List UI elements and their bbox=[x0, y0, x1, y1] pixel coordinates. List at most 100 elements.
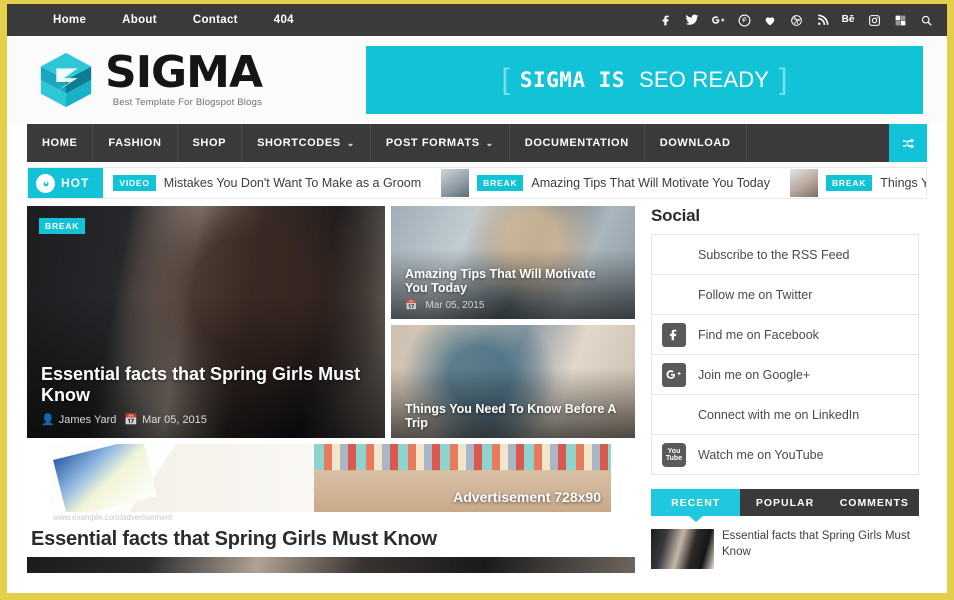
header-banner[interactable]: [ SIGMA IS SEO READY ] bbox=[366, 46, 923, 114]
post-date: Mar 05, 2015 bbox=[142, 413, 207, 426]
google-plus-icon[interactable] bbox=[705, 8, 731, 32]
nav-item-documentation[interactable]: DOCUMENTATION bbox=[510, 124, 645, 162]
tab-comments[interactable]: COMMENTS bbox=[829, 489, 919, 516]
social-row-rss[interactable]: Subscribe to the RSS Feed bbox=[652, 235, 918, 275]
nav-item-shortcodes[interactable]: SHORTCODES ⌄ bbox=[242, 124, 371, 162]
tab-recent[interactable]: RECENT bbox=[651, 489, 741, 516]
advertisement-label: Advertisement 728x90 bbox=[453, 489, 601, 505]
social-row-youtube[interactable]: You Tube Watch me on YouTube bbox=[652, 435, 918, 475]
ticker-items: VIDEO Mistakes You Don't Want To Make as… bbox=[103, 168, 926, 198]
logo-name: SIGMA bbox=[105, 47, 263, 99]
social-widget-list: Subscribe to the RSS Feed Follow me on T… bbox=[651, 234, 919, 475]
shuffle-icon[interactable] bbox=[889, 124, 927, 162]
social-row-linkedin[interactable]: Connect with me on LinkedIn bbox=[652, 395, 918, 435]
top-navigation: Home About Contact 404 bbox=[35, 14, 312, 26]
content-area: BREAK Essential facts that Spring Girls … bbox=[7, 199, 947, 573]
nav-label: DOCUMENTATION bbox=[524, 137, 629, 149]
social-row-label: Join me on Google+ bbox=[698, 367, 811, 382]
main-column: BREAK Essential facts that Spring Girls … bbox=[27, 206, 635, 573]
search-icon[interactable] bbox=[913, 8, 939, 32]
nav-item-fashion[interactable]: FASHION bbox=[93, 124, 178, 162]
featured-grid: BREAK Essential facts that Spring Girls … bbox=[27, 206, 635, 438]
facebook-icon bbox=[662, 322, 686, 347]
top-nav-item-404[interactable]: 404 bbox=[256, 14, 312, 26]
nav-label: FASHION bbox=[108, 137, 162, 149]
nav-item-home[interactable]: HOME bbox=[27, 124, 94, 162]
tab-label: COMMENTS bbox=[839, 496, 909, 509]
flame-icon bbox=[36, 173, 55, 193]
social-row-label: Connect with me on LinkedIn bbox=[698, 407, 860, 422]
sigma-cube-icon bbox=[35, 49, 97, 111]
top-nav-item-contact[interactable]: Contact bbox=[175, 14, 256, 26]
nav-label: POST FORMATS bbox=[385, 137, 480, 149]
featured-small-column: Amazing Tips That Will Motivate You Toda… bbox=[391, 206, 635, 438]
advertisement-banner[interactable]: Advertisement 728x90 bbox=[51, 444, 611, 512]
featured-post-small[interactable]: Amazing Tips That Will Motivate You Toda… bbox=[391, 206, 635, 319]
social-widget-title: Social bbox=[651, 206, 700, 225]
heart-icon[interactable] bbox=[757, 8, 783, 32]
nav-item-download[interactable]: DOWNLOAD bbox=[645, 124, 747, 162]
featured-post-small[interactable]: Things You Need To Know Before A Trip bbox=[391, 325, 635, 438]
youtube-icon-top: You bbox=[667, 447, 681, 455]
youtube-icon: You Tube bbox=[662, 442, 686, 467]
google-plus-icon bbox=[662, 362, 686, 387]
featured-title: Things You Need To Know Before A Trip bbox=[405, 402, 616, 430]
social-row-twitter[interactable]: Follow me on Twitter bbox=[652, 275, 918, 315]
sidebar: Social Subscribe to the RSS Feed Follow … bbox=[651, 206, 919, 573]
nav-item-post-formats[interactable]: POST FORMATS ⌄ bbox=[371, 124, 510, 162]
featured-post-large[interactable]: BREAK Essential facts that Spring Girls … bbox=[27, 206, 385, 438]
advertisement-wrapper: Advertisement 728x90 www.example.com/adv… bbox=[27, 444, 635, 522]
social-row-label: Find me on Facebook bbox=[698, 327, 819, 342]
featured-caption: Things You Need To Know Before A Trip bbox=[405, 402, 621, 430]
twitter-icon[interactable] bbox=[679, 8, 705, 32]
nav-label: HOME bbox=[42, 137, 78, 149]
tab-label: RECENT bbox=[671, 496, 721, 509]
ticker-item[interactable]: VIDEO Mistakes You Don't Want To Make as… bbox=[103, 175, 431, 191]
top-bar: Home About Contact 404 Bē bbox=[7, 4, 947, 36]
social-row-google-plus[interactable]: Join me on Google+ bbox=[652, 355, 918, 395]
site-logo[interactable]: SIGMA Best Template For Blogspot Blogs bbox=[35, 47, 263, 111]
instagram-icon[interactable] bbox=[861, 8, 887, 32]
chevron-down-icon: ⌄ bbox=[485, 137, 494, 148]
recent-post-title: Essential facts that Spring Girls Must K… bbox=[722, 530, 910, 558]
behance-icon[interactable]: Bē bbox=[835, 8, 861, 32]
logo-text: SIGMA Best Template For Blogspot Blogs bbox=[105, 47, 263, 108]
banner-text-group: SIGMA IS SEO READY bbox=[520, 67, 769, 93]
sidebar-tabs: RECENT POPULAR COMMENTS bbox=[651, 489, 919, 516]
tab-label: POPULAR bbox=[755, 496, 815, 509]
youtube-icon-bottom: Tube bbox=[665, 454, 683, 462]
ticker-item[interactable]: BREAK Amazing Tips That Will Motivate Yo… bbox=[431, 169, 780, 197]
ticker-hot-label: HOT bbox=[28, 168, 104, 198]
ticker-item-title: Mistakes You Don't Want To Make as a Gro… bbox=[163, 176, 422, 190]
rss-icon[interactable] bbox=[809, 8, 835, 32]
top-social-links: Bē bbox=[653, 8, 939, 32]
social-row-label: Watch me on YouTube bbox=[698, 447, 824, 462]
badge-video: VIDEO bbox=[113, 175, 156, 191]
ticker-item-title: Amazing Tips That Will Motivate You Toda… bbox=[531, 176, 770, 190]
social-row-label: Subscribe to the RSS Feed bbox=[698, 247, 850, 262]
featured-title: Amazing Tips That Will Motivate You Toda… bbox=[405, 267, 596, 295]
nav-label: SHORTCODES bbox=[257, 137, 341, 149]
pinterest-icon[interactable] bbox=[731, 8, 757, 32]
ticker-item[interactable]: BREAK Things You Need To Know Before A T… bbox=[780, 169, 926, 197]
ticker-thumbnail bbox=[441, 169, 470, 197]
top-nav-item-home[interactable]: Home bbox=[35, 14, 104, 26]
flickr-icon[interactable] bbox=[887, 8, 913, 32]
social-row-facebook[interactable]: Find me on Facebook bbox=[652, 315, 918, 355]
tab-popular[interactable]: POPULAR bbox=[740, 489, 830, 516]
dribbble-icon[interactable] bbox=[783, 8, 809, 32]
date-meta: 📅 Mar 05, 2015 bbox=[124, 413, 207, 427]
banner-light-text: SEO READY bbox=[638, 67, 770, 92]
post-title[interactable]: Essential facts that Spring Girls Must K… bbox=[27, 528, 635, 551]
news-ticker: HOT VIDEO Mistakes You Don't Want To Mak… bbox=[27, 167, 927, 199]
banner-bracket-left: [ bbox=[501, 63, 510, 96]
page-frame: Home About Contact 404 Bē SIGMA Best Tem… bbox=[0, 0, 954, 600]
nav-label: SHOP bbox=[192, 137, 227, 149]
featured-meta: 👤 James Yard 📅 Mar 05, 2015 bbox=[41, 413, 371, 427]
nav-item-shop[interactable]: SHOP bbox=[178, 124, 243, 162]
advertisement-credit: www.example.com/advertisement bbox=[53, 513, 173, 522]
top-nav-item-about[interactable]: About bbox=[104, 14, 175, 26]
facebook-icon[interactable] bbox=[653, 8, 679, 32]
nav-label: DOWNLOAD bbox=[659, 137, 731, 149]
recent-post-item[interactable]: Essential facts that Spring Girls Must K… bbox=[651, 529, 919, 569]
